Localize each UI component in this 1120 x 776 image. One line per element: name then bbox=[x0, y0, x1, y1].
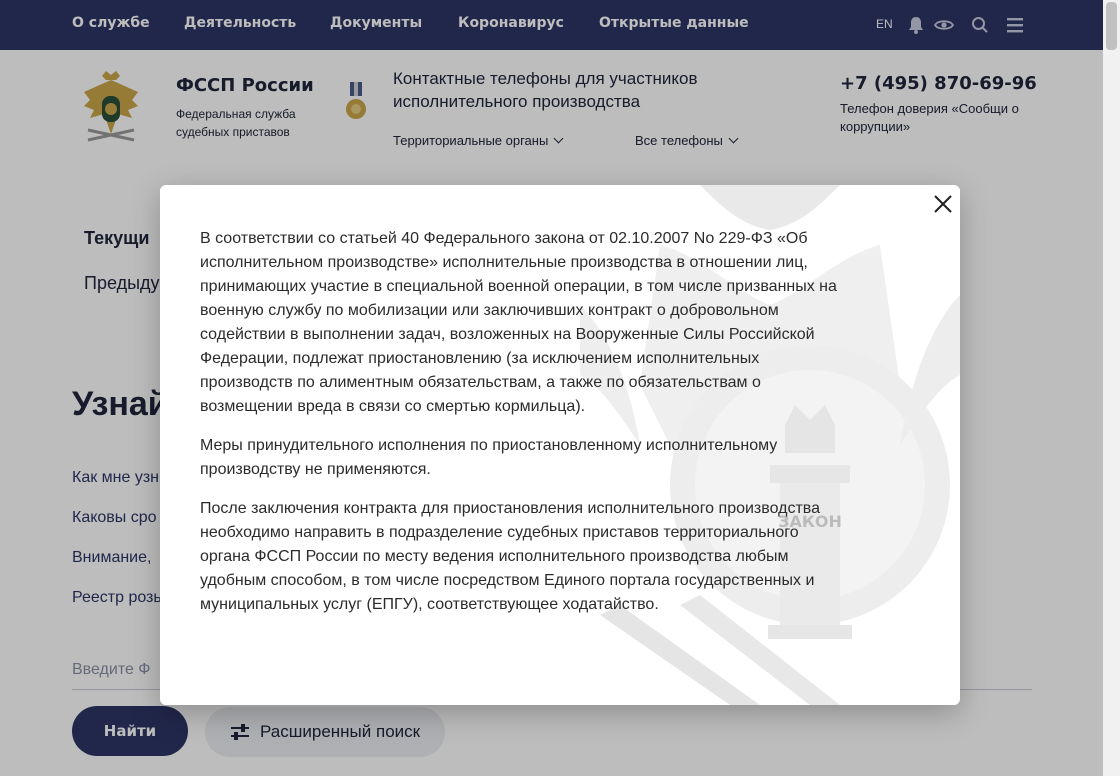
notice-paragraph-2: Меры принудительного исполнения по приос… bbox=[200, 437, 778, 478]
close-icon[interactable] bbox=[932, 193, 954, 215]
notice-modal: ЗАКОН В соответствии со статьей 40 Федер… bbox=[160, 185, 960, 705]
notice-paragraph-1: В соответствии со статьей 40 Федеральног… bbox=[200, 230, 837, 415]
modal-body: В соответствии со статьей 40 Федеральног… bbox=[200, 227, 840, 632]
notice-paragraph-3: После заключения контракта для приостано… bbox=[200, 500, 821, 613]
page-scrollbar[interactable] bbox=[1103, 0, 1120, 776]
scrollbar-thumb[interactable] bbox=[1106, 2, 1117, 50]
